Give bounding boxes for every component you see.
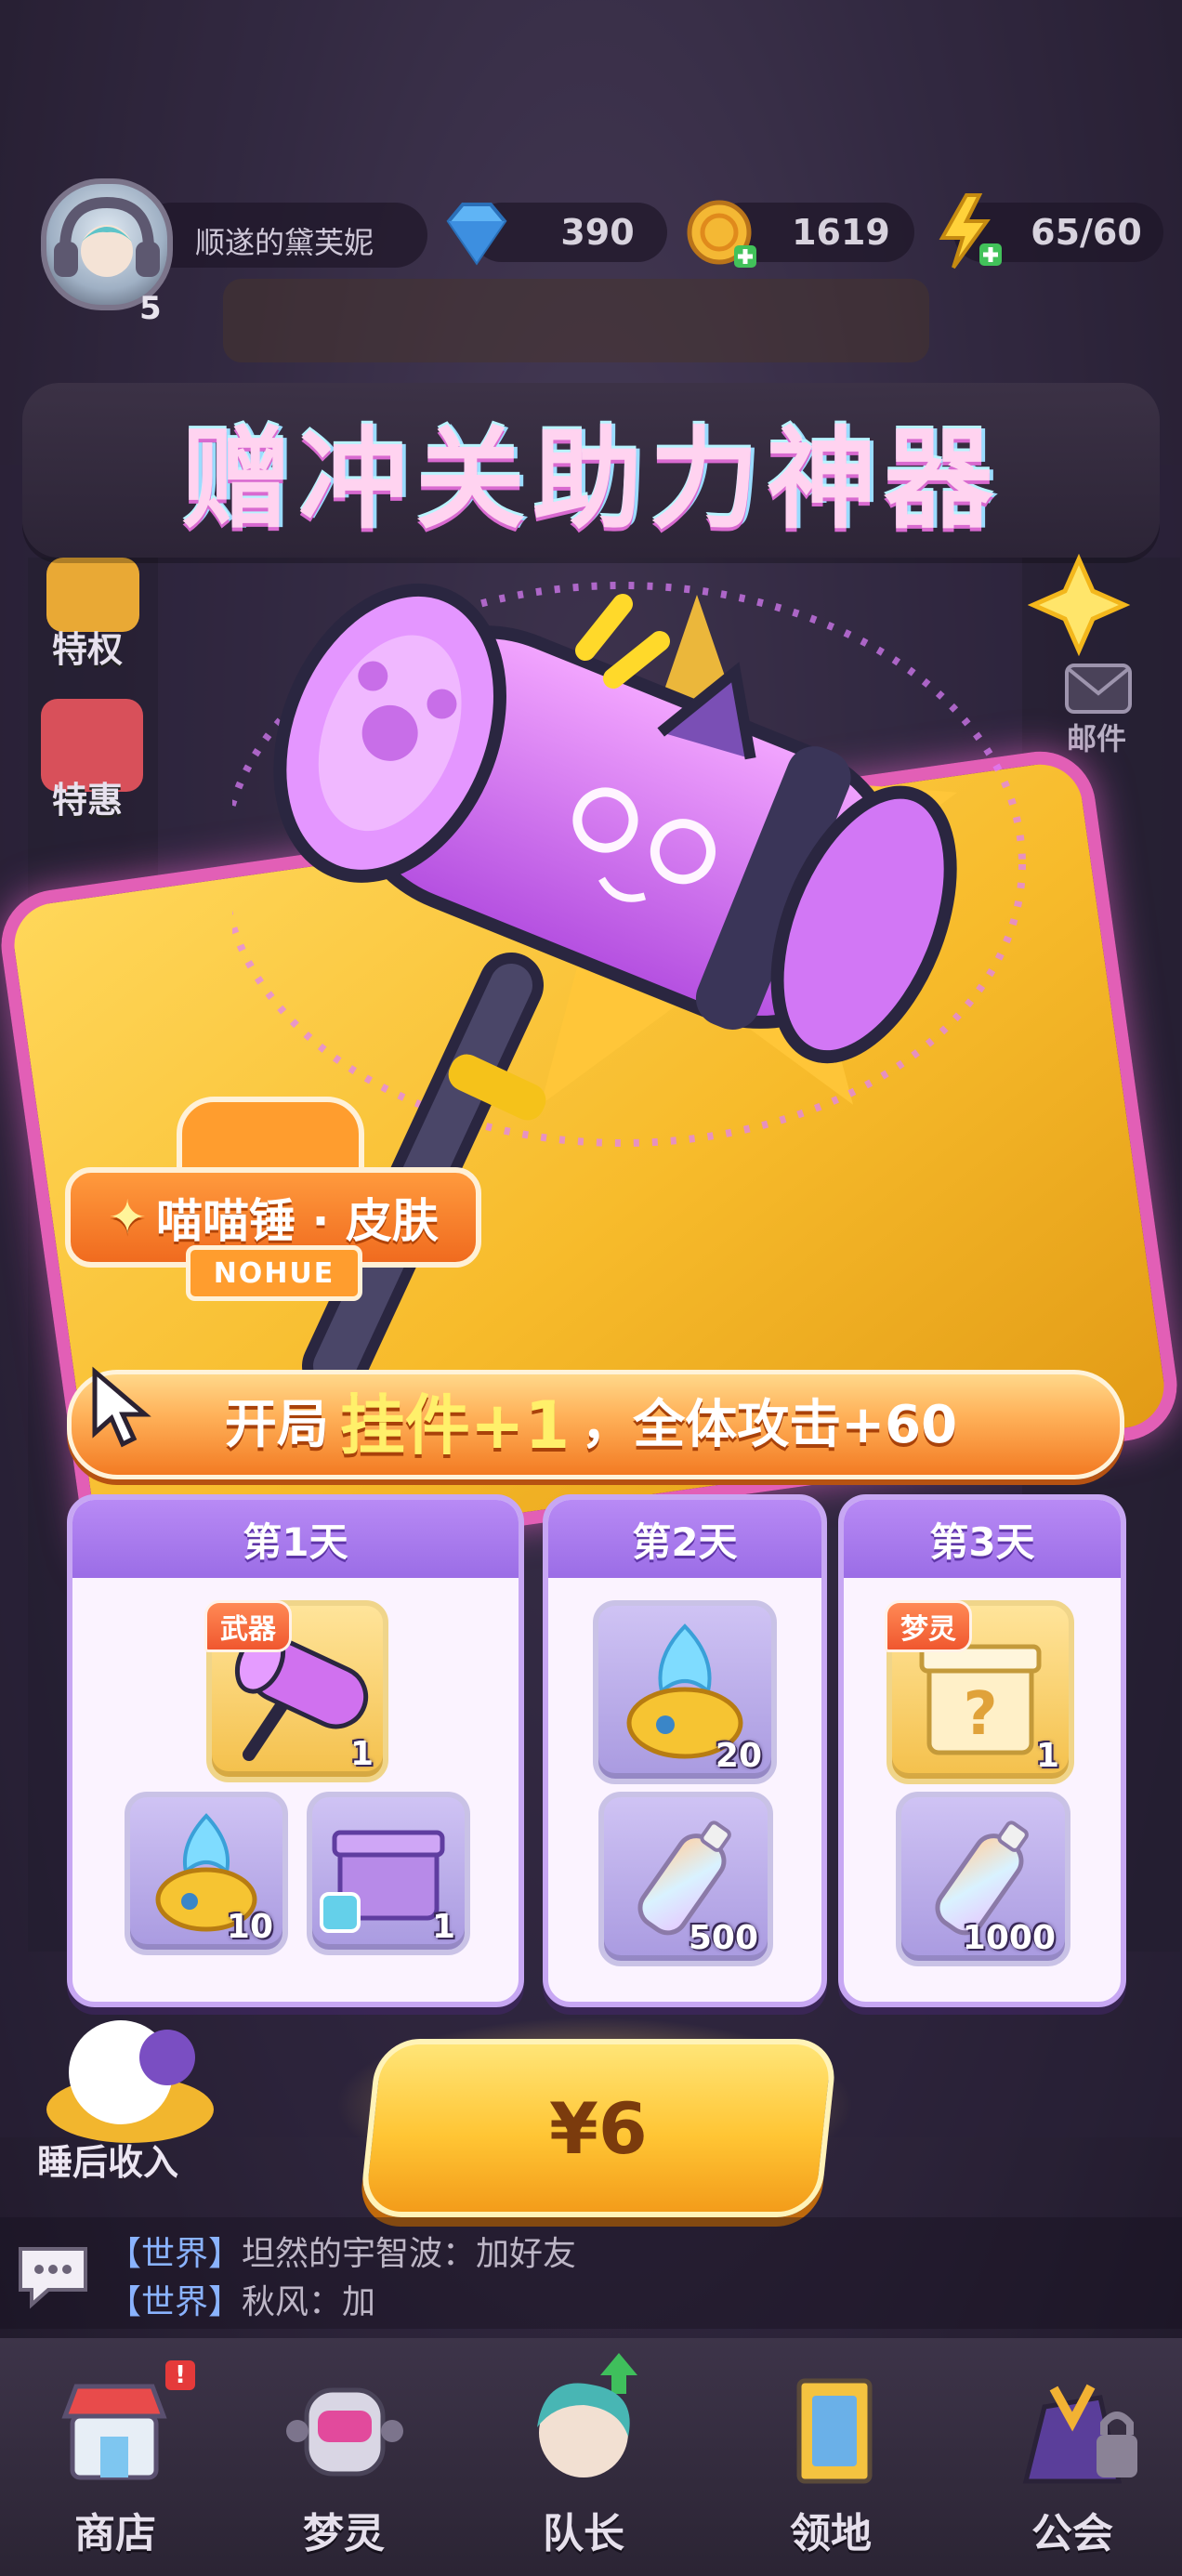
nav-captain[interactable]: 队长 xyxy=(491,2347,676,2574)
diamond-count: 390 xyxy=(560,212,635,253)
reward-slot-question-gift-box[interactable]: ? 梦灵 1 xyxy=(885,1600,1074,1784)
dream-spirit-tag: 梦灵 xyxy=(885,1600,972,1652)
svg-text:?: ? xyxy=(963,1680,997,1749)
guild-icon xyxy=(1022,2384,1137,2484)
chat-message: 【世界】坦然的宇智波：加好友 xyxy=(108,2227,576,2275)
price-label: ¥6 xyxy=(549,2086,648,2170)
lightning-add-icon[interactable] xyxy=(929,190,1007,273)
nav-shop-label: 商店 xyxy=(74,2510,156,2557)
item-quantity: 1 xyxy=(349,1735,374,1773)
purchase-button[interactable]: ¥6 xyxy=(358,2039,839,2217)
buff-description: 开局 挂件+1 ，全体攻击+60 xyxy=(67,1370,1115,1470)
door-icon xyxy=(796,2378,873,2484)
skin-name: 喵喵锤 · 皮肤 xyxy=(156,1194,439,1248)
coin-add-icon[interactable] xyxy=(682,195,760,273)
mail-icon[interactable] xyxy=(1061,656,1136,721)
buff-highlight: 挂件+1 xyxy=(339,1387,571,1464)
special-offer-label[interactable]: 特惠 xyxy=(52,771,123,822)
sleep-income-label[interactable]: 睡后收入 xyxy=(37,2134,178,2185)
item-quantity: 500 xyxy=(688,1919,758,1957)
reward-slot-rainbow-bottle[interactable]: 500 xyxy=(598,1792,773,1966)
nav-dream-spirit[interactable]: 梦灵 xyxy=(251,2360,437,2574)
buff-suffix: ，全体攻击+60 xyxy=(581,1394,958,1455)
nav-territory[interactable]: 领地 xyxy=(738,2360,924,2574)
chat-message: 【世界】秋风：加 xyxy=(108,2275,375,2323)
diamond-icon xyxy=(446,203,507,266)
item-quantity: 1 xyxy=(1035,1737,1059,1775)
chat-text: 坦然的宇智波：加好友 xyxy=(242,2235,577,2273)
chat-channel: 【世界】 xyxy=(108,2283,243,2321)
nav-captain-label: 队长 xyxy=(543,2510,624,2557)
mail-label[interactable]: 邮件 xyxy=(1067,716,1126,758)
reward-slot-mystery-box[interactable]: 1 xyxy=(307,1792,470,1955)
shop-icon xyxy=(61,2384,167,2480)
reward-slot-meow-hammer[interactable]: 武器 1 xyxy=(204,1600,388,1782)
item-quantity: 1000 xyxy=(962,1919,1056,1957)
player-name: 顺遂的黛芙妮 xyxy=(195,225,374,260)
day-3-title: 第3天 xyxy=(844,1500,1121,1578)
shop-alert-badge: ! xyxy=(165,2360,195,2390)
nav-territory-label: 领地 xyxy=(790,2510,872,2557)
nav-guild[interactable]: 公会 xyxy=(979,2360,1165,2574)
chat-text: 秋风：加 xyxy=(242,2283,376,2321)
item-quantity: 20 xyxy=(715,1737,762,1775)
day-3-panel: 第3天 ? 梦灵 1 1000 xyxy=(838,1494,1126,2007)
day-2-panel: 第2天 20 500 xyxy=(543,1494,827,2007)
sleeping-sheep-icon[interactable] xyxy=(28,2007,232,2147)
chat-bubble-icon[interactable] xyxy=(11,2238,95,2312)
nav-shop[interactable]: ! 商店 xyxy=(22,2360,208,2574)
offer-title: 赠冲关助力神器 xyxy=(180,414,1001,544)
close-icon[interactable] xyxy=(1028,554,1130,656)
reward-slot-blue-flame-pot[interactable]: 10 xyxy=(125,1792,288,1955)
day-2-title: 第2天 xyxy=(548,1500,821,1578)
captain-icon xyxy=(537,2353,637,2477)
item-quantity: 1 xyxy=(431,1908,455,1946)
cursor-icon xyxy=(92,1366,151,1448)
item-quantity: 10 xyxy=(226,1908,273,1946)
nav-dream-spirit-label: 梦灵 xyxy=(303,2510,385,2557)
player-level: 5 xyxy=(139,290,162,327)
day-1-panel: 第1天 武器 1 10 1 xyxy=(67,1494,524,2007)
weapon-tag: 武器 xyxy=(204,1600,292,1652)
sparkle-icon: ✦ xyxy=(108,1190,148,1244)
cat-badge-text: NOHUE xyxy=(186,1245,362,1301)
reward-slot-blue-flame-pot[interactable]: 20 xyxy=(593,1600,777,1784)
robot-icon xyxy=(286,2387,403,2477)
chat-channel: 【世界】 xyxy=(108,2235,243,2273)
reward-slot-rainbow-bottle[interactable]: 1000 xyxy=(896,1792,1070,1966)
headphones-icon xyxy=(54,196,160,277)
buff-prefix: 开局 xyxy=(224,1394,329,1455)
nav-guild-label: 公会 xyxy=(1031,2510,1113,2557)
privilege-label[interactable]: 特权 xyxy=(52,621,123,672)
energy-count: 65/60 xyxy=(1031,212,1142,253)
coin-count: 1619 xyxy=(792,212,890,253)
day-1-title: 第1天 xyxy=(72,1500,519,1578)
